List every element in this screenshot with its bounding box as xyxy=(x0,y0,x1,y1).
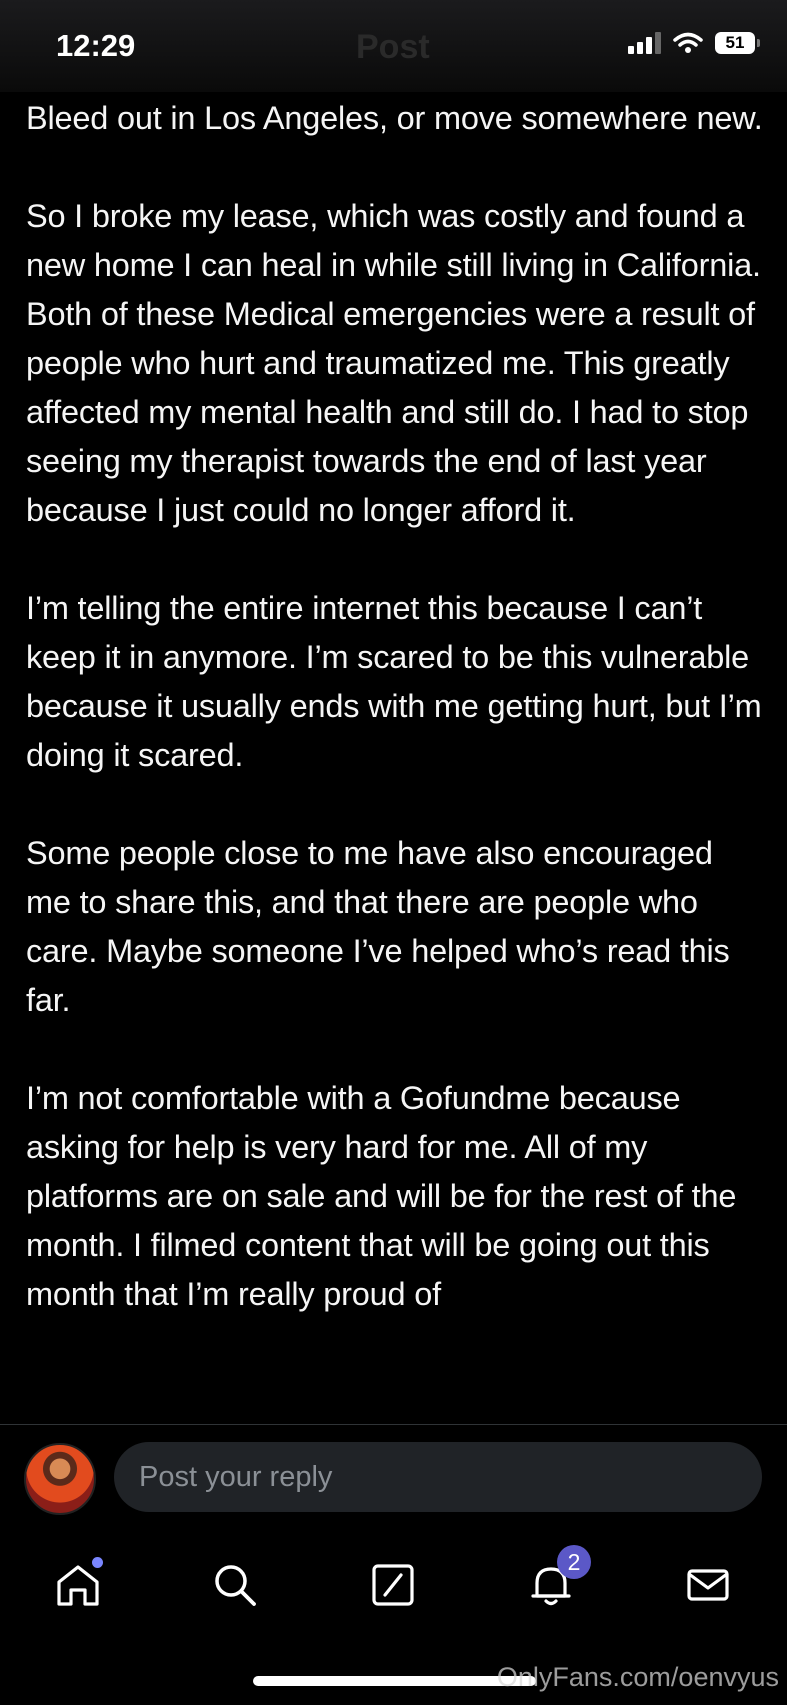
header-title-ghost: Post xyxy=(356,28,430,66)
reply-bar xyxy=(0,1425,787,1525)
avatar[interactable] xyxy=(24,1443,96,1515)
post-paragraph: Some people close to me have also encour… xyxy=(26,835,730,1018)
home-indicator[interactable] xyxy=(253,1676,536,1686)
notification-badge: 2 xyxy=(557,1545,591,1579)
status-icons: 51 xyxy=(628,32,760,54)
status-bar: Post 12:29 51 xyxy=(0,0,787,92)
wifi-icon xyxy=(673,32,703,53)
cellular-signal-icon xyxy=(628,32,661,54)
nav-notifications[interactable]: 2 xyxy=(521,1545,591,1615)
nav-compose[interactable] xyxy=(363,1555,423,1615)
post-paragraph: I’m telling the entire internet this bec… xyxy=(26,590,762,773)
watermark: OnlyFans.com/oenvyus xyxy=(496,1662,779,1692)
nav-search[interactable] xyxy=(205,1555,265,1615)
post-paragraph: Bleed out in Los Angeles, or move somewh… xyxy=(26,100,763,136)
status-time: 12:29 xyxy=(56,28,136,63)
reply-input[interactable] xyxy=(114,1442,762,1512)
notification-dot xyxy=(92,1557,103,1568)
nav-home[interactable] xyxy=(48,1555,108,1615)
home-icon xyxy=(57,1565,99,1606)
post-paragraph: So I broke my lease, which was costly an… xyxy=(26,198,761,528)
search-icon xyxy=(215,1565,256,1606)
compose-icon xyxy=(372,1564,414,1606)
post-paragraph: I’m not comfortable with a Gofundme beca… xyxy=(26,1080,737,1312)
nav-messages[interactable] xyxy=(678,1555,738,1615)
mail-icon xyxy=(687,1569,729,1601)
battery-icon: 51 xyxy=(715,32,760,54)
post-body: Bleed out in Los Angeles, or move somewh… xyxy=(26,94,766,1424)
